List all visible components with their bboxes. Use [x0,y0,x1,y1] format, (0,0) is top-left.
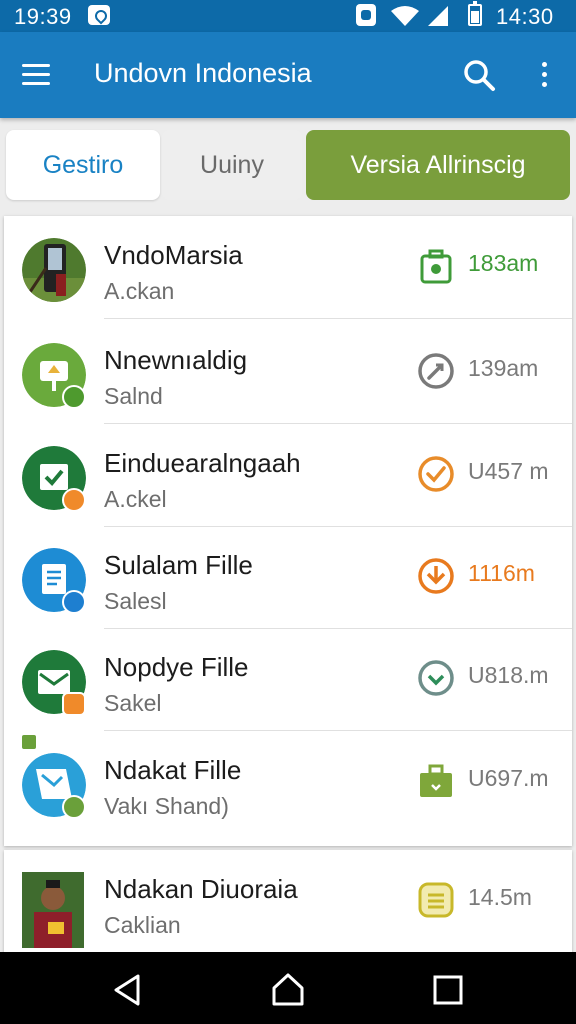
app-badge-icon [62,692,86,716]
recents-icon[interactable] [428,970,468,1010]
clock-icon [418,353,454,389]
item-thumbnail-photo [22,872,84,948]
sim-icon [356,4,376,26]
item-subtitle: A.ckel [104,486,167,512]
menu-icon[interactable] [22,62,54,88]
tab-gestiro[interactable]: Gestiro [6,130,160,200]
item-time: 183am [468,250,539,276]
divider [104,318,572,319]
item-name: VndoMarsia [104,240,243,270]
wifi-icon [391,6,419,26]
item-subtitle: Vakı Shand) [104,793,229,819]
briefcase-icon [420,764,452,797]
item-time: 139am [468,355,539,381]
pin-icon [20,733,38,751]
back-icon[interactable] [108,970,148,1010]
item-subtitle: Caklian [104,912,181,938]
item-time: U457 m [468,458,549,484]
item-thumbnail-photo [22,238,86,302]
item-subtitle: Sakel [104,690,162,716]
search-icon[interactable] [462,58,496,92]
tab-versia[interactable]: Versia Allrinscig [306,130,570,200]
item-name: Ndakat Fille [104,755,242,785]
list-item[interactable]: Nopdye Fille Sakel U818.m [4,628,572,731]
battery-icon [468,1,482,26]
status-time-left: 19:39 [14,4,72,29]
item-name: Nnewnıaldig [104,345,248,375]
item-time: U697.m [468,765,549,791]
notes-icon [418,882,454,918]
list-item[interactable]: Nnewnıaldig Salnd 139am [4,321,572,424]
signal-icon [428,6,448,26]
file-list-next: Ndakan Diuoraia Caklian 14.5m [4,850,572,954]
system-nav-bar [0,952,576,1024]
app-badge-icon [62,385,86,409]
item-subtitle: Salesl [104,588,167,614]
item-name: Ndakan Diuoraia [104,874,298,904]
tab-uuiny[interactable]: Uuiny [162,130,302,200]
item-time: 14.5m [468,884,532,910]
app-title: Undovn Indonesia [94,58,312,88]
list-item[interactable]: Sulalam Fille Salesl 1116m [4,526,572,629]
item-subtitle: A.ckan [104,278,175,304]
download-circle-icon [418,558,454,594]
app-badge-icon [62,488,86,512]
more-vert-icon[interactable] [530,58,560,92]
app-badge-icon [62,590,86,614]
status-time-right: 14:30 [496,4,554,29]
item-name: Einduearalngaah [104,448,301,478]
list-item[interactable]: Ndakan Diuoraia Caklian 14.5m [4,850,572,953]
tab-bar: Gestiro Uuiny Versia Allrinscig [0,118,576,214]
check-circle-icon [418,456,454,492]
item-name: Nopdye Fille [104,652,249,682]
list-item[interactable]: Ndakat Fille Vakı Shand) U697.m [4,731,572,834]
list-item[interactable]: Einduearalngaah A.ckel U457 m [4,424,572,527]
item-name: Sulalam Fille [104,550,253,580]
app-bar: Undovn Indonesia [0,32,576,118]
briefcase-download-icon [420,249,452,284]
item-subtitle: Salnd [104,383,163,409]
item-time: U818.m [468,662,549,688]
item-time: 1116m [468,560,535,586]
home-icon[interactable] [268,970,308,1010]
check-circle-icon [418,660,454,696]
app-badge-icon [62,795,86,819]
list-item[interactable]: VndoMarsia A.ckan 183am [4,216,572,319]
notification-icon [88,5,110,25]
status-bar: 19:39 14:30 [0,0,576,32]
file-list: VndoMarsia A.ckan 183am Nnewnıaldig Saln… [4,216,572,846]
